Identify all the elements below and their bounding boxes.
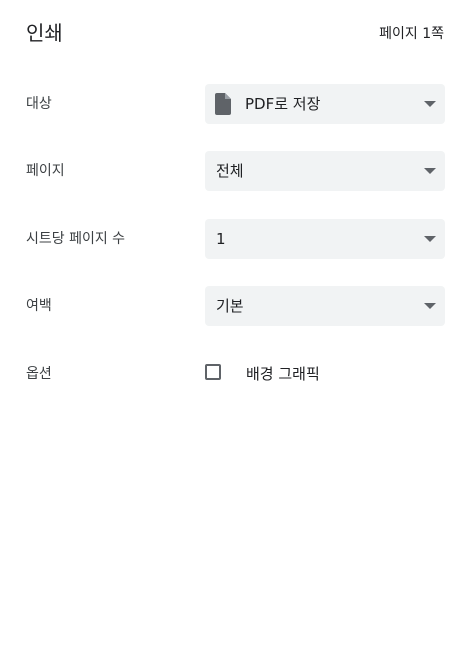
margins-select[interactable]: 기본: [205, 286, 445, 326]
pages-per-sheet-label: 시트당 페이지 수: [26, 231, 126, 247]
options-row: 옵션: [0, 354, 472, 394]
pages-per-sheet-select[interactable]: 1: [205, 219, 445, 259]
chevron-down-icon: [424, 236, 436, 242]
background-graphics-label[interactable]: 배경 그래픽: [246, 364, 320, 384]
print-header: 인쇄 페이지 1쪽: [0, 0, 472, 68]
pages-row: 페이지 전체: [0, 151, 472, 191]
chevron-down-icon: [424, 101, 436, 107]
pages-select[interactable]: 전체: [205, 151, 445, 191]
file-icon: [215, 93, 231, 115]
chevron-down-icon: [424, 168, 436, 174]
destination-label: 대상: [26, 96, 52, 112]
options-label: 옵션: [26, 366, 52, 382]
destination-value: PDF로 저장: [245, 95, 321, 113]
destination-row: 대상 PDF로 저장: [0, 84, 472, 124]
destination-select[interactable]: PDF로 저장: [205, 84, 445, 124]
pages-label: 페이지: [26, 163, 65, 179]
page-title: 인쇄: [26, 21, 63, 45]
background-graphics-checkbox[interactable]: [205, 364, 221, 380]
pages-value: 전체: [216, 162, 244, 180]
margins-label: 여백: [26, 298, 52, 314]
margins-value: 기본: [216, 297, 244, 315]
pages-per-sheet-value: 1: [216, 230, 226, 248]
chevron-down-icon: [424, 303, 436, 309]
pages-per-sheet-row: 시트당 페이지 수 1: [0, 219, 472, 259]
margins-row: 여백 기본: [0, 286, 472, 326]
page-count: 페이지 1쪽: [379, 26, 444, 42]
